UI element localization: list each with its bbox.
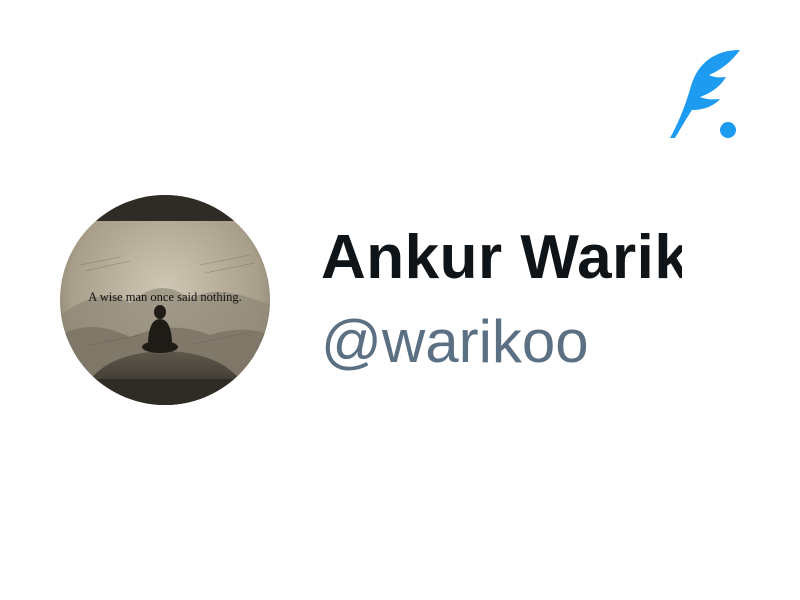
profile-avatar[interactable]: A wise man once said nothing. (60, 195, 270, 405)
profile-card: A wise man once said nothing. Ankur Wari… (0, 0, 800, 600)
feather-quill-icon (670, 50, 740, 138)
avatar-caption: A wise man once said nothing. (88, 290, 241, 304)
profile-display-name: Ankur Warikoo (321, 223, 682, 292)
profile-handle[interactable]: @warikoo (321, 306, 589, 378)
app-logo (664, 44, 744, 142)
